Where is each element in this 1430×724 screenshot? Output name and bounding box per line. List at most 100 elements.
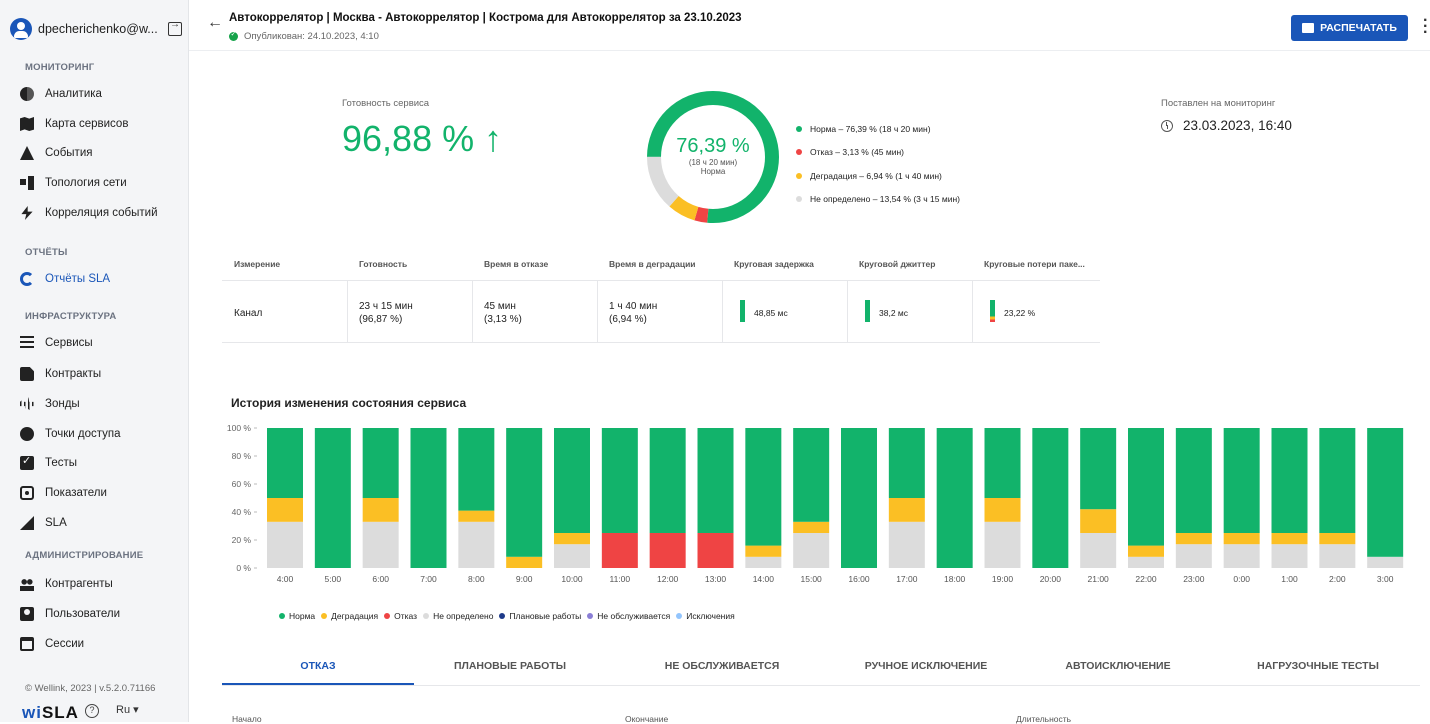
bar-segment-Не определено	[458, 521, 495, 568]
bar-segment-Деградация	[745, 545, 782, 557]
bar-segment-Норма	[697, 428, 734, 533]
document-icon	[20, 367, 34, 381]
sidebar-item-topology[interactable]: Топология сети	[20, 173, 127, 193]
analytics-icon	[20, 87, 34, 101]
sidebar-item-probes[interactable]: Зонды	[20, 394, 80, 414]
topology-icon	[20, 176, 34, 190]
avatar[interactable]	[10, 18, 32, 40]
bar-segment-Деградация	[506, 556, 543, 568]
window-icon	[20, 637, 34, 651]
legend-norm[interactable]: Норма	[279, 611, 315, 621]
history-legend: Норма Деградация Отказ Не определено Пла…	[279, 611, 741, 621]
bar-segment-Норма	[984, 428, 1021, 498]
tab-manual-exclusion[interactable]: РУЧНОЕ ИСКЛЮЧЕНИЕ	[830, 660, 1022, 672]
bar-segment-Норма	[1128, 428, 1164, 546]
legend-item-undefined: Не определено – 13,54 % (3 ч 15 мин)	[796, 188, 960, 212]
sidebar-item-events[interactable]: События	[20, 143, 92, 163]
bar-segment-Не определено	[362, 521, 399, 568]
bar-segment-Деградация	[1175, 533, 1212, 545]
help-icon[interactable]: ?	[85, 704, 99, 718]
sidebar-item-tests[interactable]: Тесты	[20, 453, 77, 473]
sidebar-item-sla[interactable]: SLA	[20, 513, 67, 533]
section-infrastructure: ИНФРАСТРУКТУРА	[25, 311, 117, 322]
bar-segment-Деградация	[1080, 509, 1117, 533]
sidebar-item-label: Корреляция событий	[45, 207, 158, 219]
legend-fail[interactable]: Отказ	[384, 611, 417, 621]
sidebar-item-sla-reports[interactable]: Отчёты SLA	[20, 269, 110, 289]
brand-logo: wiSLA	[22, 703, 79, 722]
x-tick-label: 10:00	[561, 574, 583, 584]
print-button[interactable]: РАСПЕЧАТАТЬ	[1291, 15, 1408, 41]
tab-planned-works[interactable]: ПЛАНОВЫЕ РАБОТЫ	[414, 660, 606, 672]
language-label[interactable]: Ru ▾	[116, 704, 139, 716]
sidebar-item-label: Сервисы	[45, 337, 93, 349]
col-header: Круговой джиттер	[859, 259, 936, 269]
section-administration: АДМИНИСТРИРОВАНИЕ	[25, 550, 144, 561]
bar-segment-Деградация	[1223, 533, 1260, 545]
col-header: Готовность	[359, 259, 408, 269]
user-name[interactable]: dpecherichenko@w...	[38, 22, 162, 36]
sla-icon	[20, 516, 34, 530]
sidebar-item-services[interactable]: Сервисы	[20, 333, 93, 353]
sidebar-item-label: Аналитика	[45, 88, 102, 100]
sidebar-item-counterparties[interactable]: Контрагенты	[20, 574, 113, 594]
legend-undefined[interactable]: Не определено	[423, 611, 493, 621]
tab-auto-exclusion[interactable]: АВТОИСКЛЮЧЕНИЕ	[1022, 660, 1214, 672]
legend-not-served[interactable]: Не обслуживается	[587, 611, 670, 621]
x-tick-label: 16:00	[848, 574, 870, 584]
table-cell-jitter: 38,2 мс	[879, 308, 908, 318]
sidebar-item-label: Топология сети	[45, 177, 127, 189]
x-tick-label: 11:00	[610, 574, 631, 584]
sidebar-item-users[interactable]: Пользователи	[20, 604, 120, 624]
bar-segment-Не определено	[888, 521, 925, 568]
user-menu[interactable]: dpecherichenko@w...	[10, 16, 182, 42]
legend-degradation[interactable]: Деградация	[321, 611, 378, 621]
probe-icon	[20, 397, 34, 411]
sidebar-item-service-map[interactable]: Карта сервисов	[20, 114, 128, 134]
bar-segment-Деградация	[267, 498, 303, 522]
bar-segment-Норма	[458, 428, 495, 511]
donut-percent: 76,39 %	[676, 135, 750, 157]
sidebar-item-sessions[interactable]: Сессии	[20, 634, 84, 654]
back-arrow-icon[interactable]: ←	[207, 14, 223, 32]
sidebar-item-label: Сессии	[45, 638, 85, 650]
metrics-icon	[20, 486, 34, 500]
bar-segment-Не определено	[1128, 556, 1164, 568]
tab-not-served[interactable]: НЕ ОБСЛУЖИВАЕТСЯ	[626, 660, 818, 672]
bar-segment-Норма	[649, 428, 686, 533]
tab-fail[interactable]: ОТКАЗ	[222, 660, 414, 672]
language-select[interactable]: Ru ▾	[116, 703, 139, 716]
x-tick-label: 5:00	[325, 574, 342, 584]
legend-item-norm: Норма – 76,39 % (18 ч 20 мин)	[796, 117, 960, 141]
sidebar-item-metrics[interactable]: Показатели	[20, 483, 107, 503]
donut-duration: (18 ч 20 мин)	[688, 158, 738, 167]
table-cell-delay: 48,85 мс	[754, 308, 788, 318]
col-header: Измерение	[234, 259, 281, 269]
table-cell-dimension: Канал	[234, 308, 263, 319]
sidebar-item-label: Контракты	[45, 368, 102, 380]
history-title: История изменения состояния сервиса	[231, 396, 467, 410]
legend-exclusions[interactable]: Исключения	[676, 611, 735, 621]
bar-segment-Норма	[601, 428, 638, 533]
tab-load-tests[interactable]: НАГРУЗОЧНЫЕ ТЕСТЫ	[1222, 660, 1414, 672]
sidebar-item-analytics[interactable]: Аналитика	[20, 84, 102, 104]
x-tick-label: 20:00	[1040, 574, 1062, 584]
sidebar-item-access-points[interactable]: Точки доступа	[20, 424, 121, 444]
sidebar-item-contracts[interactable]: Контракты	[20, 364, 101, 384]
col-header: Время в отказе	[484, 259, 549, 269]
more-menu-icon[interactable]: · · ·	[1423, 13, 1428, 41]
sidebar-item-label: Отчёты SLA	[45, 273, 111, 285]
bar-segment-Норма	[1271, 428, 1308, 533]
access-point-icon	[20, 427, 34, 441]
bar-segment-Не определено	[1367, 556, 1404, 568]
bar-segment-Не определено	[793, 533, 830, 568]
bar-segment-Норма	[267, 428, 303, 498]
user-icon	[20, 607, 34, 621]
bar-segment-Не определено	[984, 521, 1021, 568]
x-tick-label: 23:00	[1183, 574, 1205, 584]
bar-segment-Норма	[362, 428, 399, 498]
sidebar-item-correlation[interactable]: Корреляция событий	[20, 203, 158, 223]
bar-segment-Деградация	[793, 521, 830, 533]
legend-planned[interactable]: Плановые работы	[499, 611, 581, 621]
logout-icon[interactable]	[168, 19, 182, 36]
